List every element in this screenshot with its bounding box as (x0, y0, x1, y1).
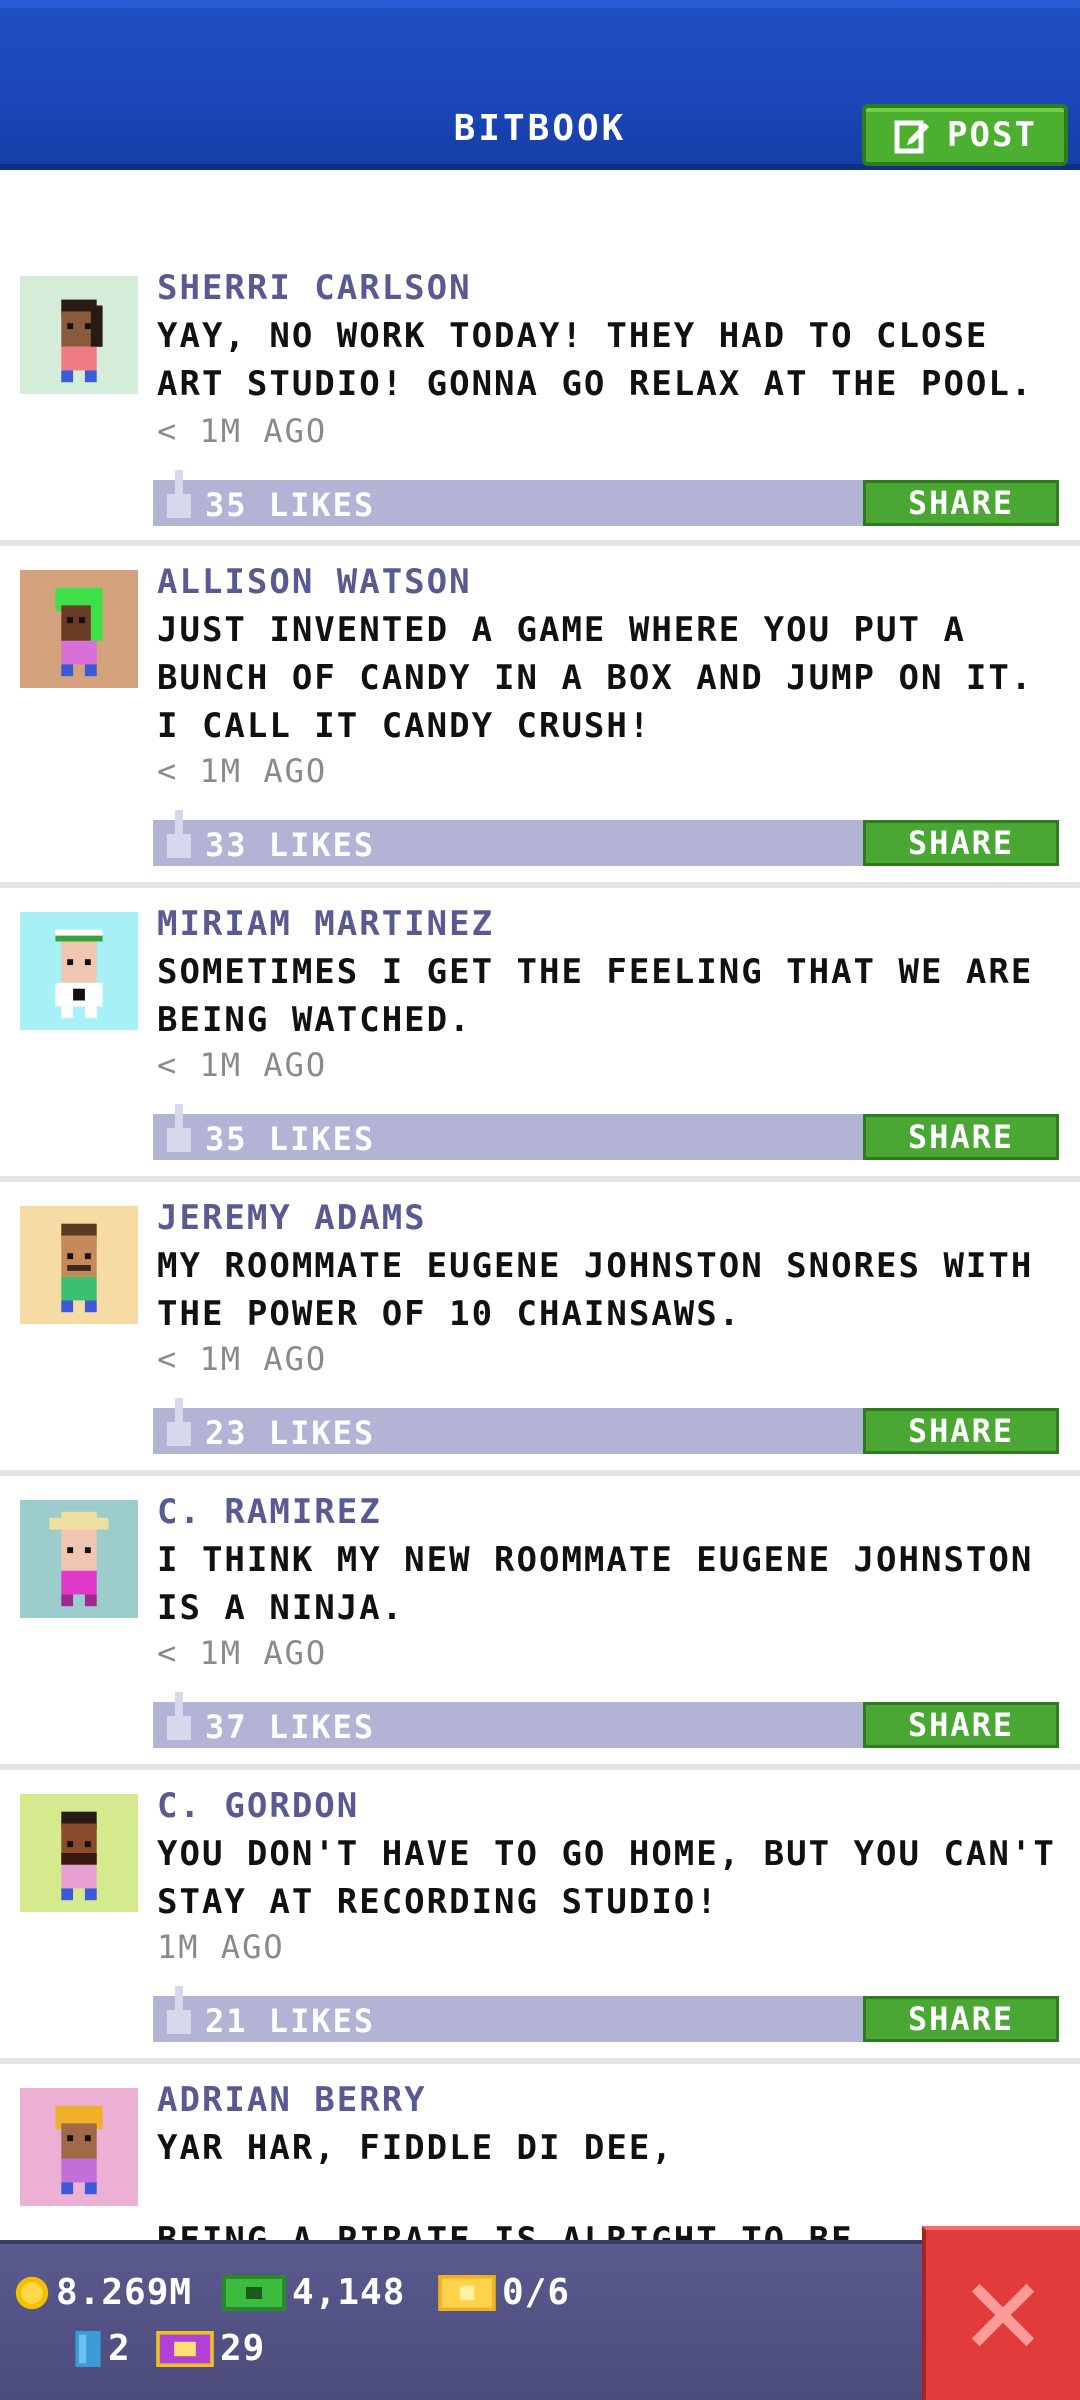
post-button[interactable]: POST (862, 104, 1068, 166)
share-button[interactable]: SHARE (863, 820, 1059, 866)
author-name[interactable]: JEREMY ADAMS (157, 1198, 427, 1238)
post-item: MIRIAM MARTINEZ SOMETIMES I GET THE FEEL… (0, 888, 1080, 1182)
vip-stat: 29 (156, 2328, 265, 2369)
likes-bar[interactable]: 35 LIKES SHARE (153, 1104, 1059, 1160)
keys-stat: 2 (74, 2328, 131, 2369)
post-item: ALLISON WATSON JUST INVENTED A GAME WHER… (0, 546, 1080, 888)
post-time: 1M AGO (157, 1928, 285, 1966)
likes-count: 21 LIKES (205, 2002, 376, 2040)
avatar-icon (55, 2105, 103, 2195)
post-text: JUST INVENTED A GAME WHERE YOU PUT A BUN… (157, 610, 1034, 746)
thumbs-up-icon (167, 470, 191, 518)
edit-icon (894, 120, 930, 154)
avatar-icon (49, 1511, 109, 1607)
share-button[interactable]: SHARE (863, 1114, 1059, 1160)
post-item: ADRIAN BERRY YAR HAR, FIDDLE DI DEE, BEI… (0, 2064, 1080, 2240)
likes-bar[interactable]: 21 LIKES SHARE (153, 1986, 1059, 2042)
share-button[interactable]: SHARE (863, 1408, 1059, 1454)
avatar[interactable] (20, 2088, 138, 2206)
vip-icon (156, 2330, 214, 2367)
avatar[interactable] (20, 912, 138, 1030)
author-name[interactable]: SHERRI CARLSON (157, 268, 472, 308)
post-time: < 1M AGO (157, 1340, 328, 1378)
avatar-icon (55, 587, 103, 677)
bux-value: 4,148 (292, 2272, 406, 2313)
thumbs-up-icon (167, 810, 191, 858)
avatar-icon (55, 929, 103, 1019)
post-item: C. GORDON YOU DON'T HAVE TO GO HOME, BUT… (0, 1770, 1080, 2064)
post-text: SOMETIMES I GET THE FEELING THAT WE ARE … (157, 952, 1034, 1040)
thumbs-up-icon (167, 1986, 191, 2034)
avatar[interactable] (20, 1794, 138, 1912)
post-item: SHERRI CARLSON YAY, NO WORK TODAY! THEY … (0, 176, 1080, 546)
tickets-stat: 0/6 (438, 2272, 570, 2313)
post-time: < 1M AGO (157, 412, 328, 450)
author-name[interactable]: ADRIAN BERRY (157, 2080, 427, 2120)
likes-bar[interactable]: 23 LIKES SHARE (153, 1398, 1059, 1454)
feed[interactable]: SHERRI CARLSON YAY, NO WORK TODAY! THEY … (0, 176, 1080, 2240)
likes-bar[interactable]: 35 LIKES SHARE (153, 470, 1059, 526)
author-name[interactable]: C. RAMIREZ (157, 1492, 382, 1532)
author-name[interactable]: C. GORDON (157, 1786, 359, 1826)
ticket-icon (438, 2274, 496, 2311)
vip-value: 29 (220, 2328, 266, 2369)
likes-count: 35 LIKES (205, 1120, 376, 1158)
author-name[interactable]: ALLISON WATSON (157, 562, 472, 602)
avatar[interactable] (20, 276, 138, 394)
post-time: < 1M AGO (157, 1046, 328, 1084)
post-text: YAR HAR, FIDDLE DI DEE, (157, 2128, 674, 2168)
bottom-status-bar: 8.269M 4,148 0/6 2 29 (0, 2240, 1080, 2400)
bux-stat: 4,148 (222, 2272, 405, 2313)
post-item: JEREMY ADAMS MY ROOMMATE EUGENE JOHNSTON… (0, 1182, 1080, 1476)
bux-icon (222, 2274, 286, 2311)
close-icon (971, 2283, 1035, 2347)
coin-icon (15, 2276, 49, 2309)
likes-count: 23 LIKES (205, 1414, 376, 1452)
close-button[interactable] (922, 2226, 1080, 2400)
post-text: I THINK MY NEW ROOMMATE EUGENE JOHNSTON … (157, 1540, 1034, 1628)
keys-value: 2 (108, 2328, 131, 2369)
likes-count: 35 LIKES (205, 486, 376, 524)
likes-bar[interactable]: 37 LIKES SHARE (153, 1692, 1059, 1748)
post-item: C. RAMIREZ I THINK MY NEW ROOMMATE EUGEN… (0, 1476, 1080, 1770)
post-button-label: POST (947, 115, 1037, 155)
likes-count: 37 LIKES (205, 1708, 376, 1746)
share-button[interactable]: SHARE (863, 1702, 1059, 1748)
thumbs-up-icon (167, 1692, 191, 1740)
post-text: YAY, NO WORK TODAY! THEY HAD TO CLOSE AR… (157, 316, 1034, 404)
avatar-icon (61, 299, 103, 383)
coins-stat: 8.269M (14, 2272, 192, 2313)
avatar-icon (61, 1223, 97, 1313)
share-button[interactable]: SHARE (863, 480, 1059, 526)
share-button[interactable]: SHARE (863, 1996, 1059, 2042)
app-header: BITBOOK POST (0, 0, 1080, 170)
thumbs-up-icon (167, 1398, 191, 1446)
avatar[interactable] (20, 1206, 138, 1324)
post-time: < 1M AGO (157, 752, 328, 790)
likes-count: 33 LIKES (205, 826, 376, 864)
avatar-icon (61, 1811, 97, 1901)
likes-bar[interactable]: 33 LIKES SHARE (153, 810, 1059, 866)
key-icon (75, 2330, 101, 2367)
avatar[interactable] (20, 570, 138, 688)
thumbs-up-icon (167, 1104, 191, 1152)
tickets-value: 0/6 (502, 2272, 571, 2313)
post-text: YOU DON'T HAVE TO GO HOME, BUT YOU CAN'T… (157, 1834, 1056, 1922)
coins-value: 8.269M (56, 2272, 193, 2313)
author-name[interactable]: MIRIAM MARTINEZ (157, 904, 494, 944)
avatar[interactable] (20, 1500, 138, 1618)
post-text: MY ROOMMATE EUGENE JOHNSTON SNORES WITH … (157, 1246, 1034, 1334)
post-time: < 1M AGO (157, 1634, 328, 1672)
